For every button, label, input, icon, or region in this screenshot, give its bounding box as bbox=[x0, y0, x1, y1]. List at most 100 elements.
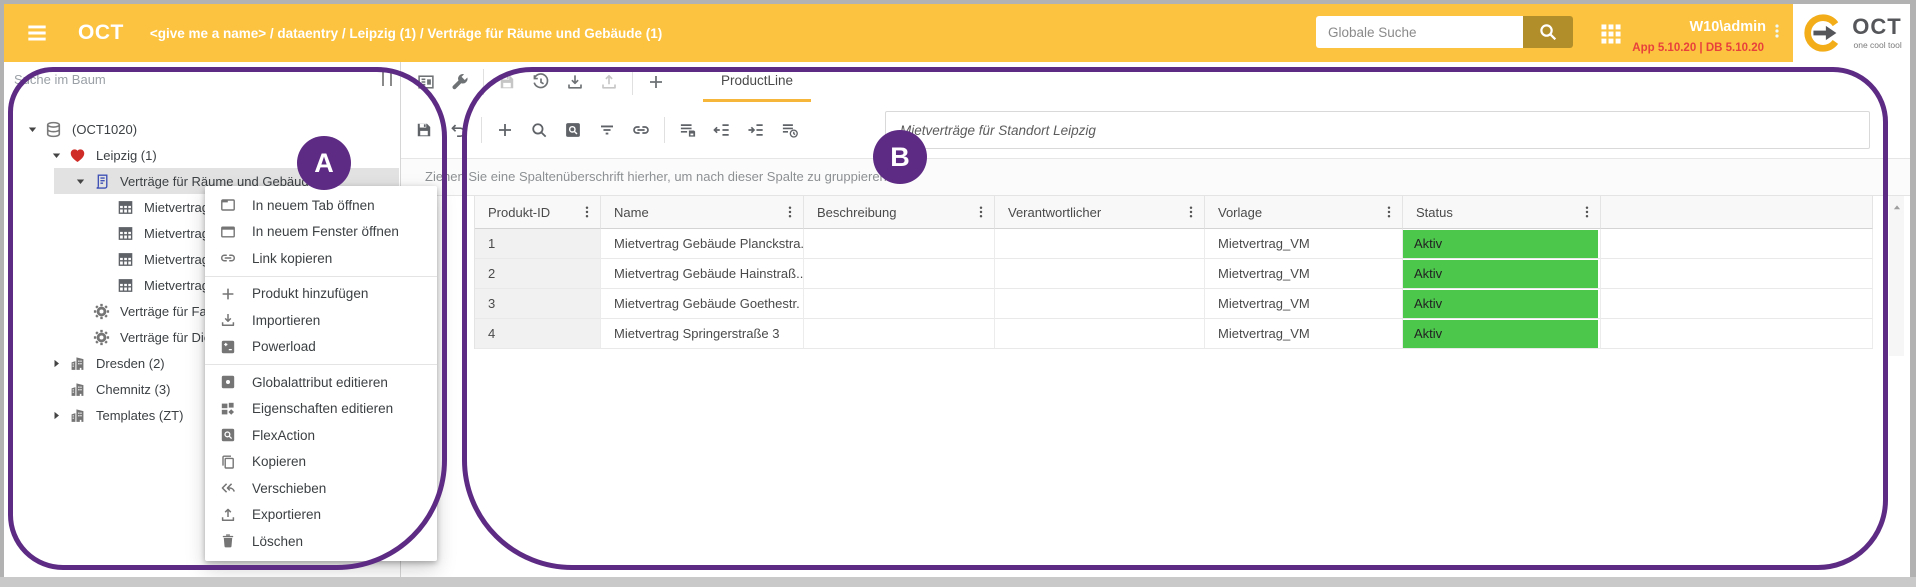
column-header[interactable]: Vorlage bbox=[1205, 196, 1403, 229]
undo-icon bbox=[448, 120, 468, 140]
logo-panel: OCT one cool tool bbox=[1793, 4, 1910, 62]
annotation-label-a: A bbox=[297, 136, 351, 190]
link-button[interactable] bbox=[624, 113, 658, 147]
table-row[interactable]: 3Mietvertrag Gebäude Goethestr. 1Mietver… bbox=[475, 289, 1873, 319]
grid-title-input[interactable] bbox=[885, 111, 1870, 149]
tree-search-input[interactable] bbox=[4, 62, 400, 96]
context-menu-item[interactable]: Link kopieren bbox=[205, 245, 437, 272]
column-menu-icon[interactable] bbox=[973, 204, 989, 220]
caret-down-icon bbox=[25, 122, 40, 137]
window-frame-right bbox=[1910, 0, 1916, 587]
context-menu-item[interactable]: Powerload bbox=[205, 334, 437, 361]
column-header[interactable]: Verantwortlicher bbox=[995, 196, 1205, 229]
context-menu-item[interactable]: FlexAction bbox=[205, 422, 437, 449]
save-filled-button[interactable] bbox=[407, 113, 441, 147]
table-row[interactable]: 4Mietvertrag Springerstraße 3Mietvertrag… bbox=[475, 319, 1873, 349]
rows-left-button[interactable] bbox=[705, 113, 739, 147]
tree-expander[interactable] bbox=[44, 354, 64, 372]
context-menu-item-label: Powerload bbox=[252, 339, 316, 354]
wrench-button[interactable] bbox=[443, 65, 477, 99]
tree-item-label: (OCT1020) bbox=[72, 122, 137, 137]
menu-divider bbox=[205, 276, 437, 277]
column-header[interactable]: Name bbox=[601, 196, 804, 229]
undo-button[interactable] bbox=[441, 113, 475, 147]
table-cell-status: Aktiv bbox=[1403, 289, 1601, 319]
search-box-icon bbox=[563, 120, 583, 140]
column-menu-icon[interactable] bbox=[579, 204, 595, 220]
column-header[interactable]: Beschreibung bbox=[804, 196, 995, 229]
tree-expander[interactable] bbox=[44, 406, 64, 424]
tab-productline[interactable]: ProductLine bbox=[703, 62, 811, 102]
global-search-input[interactable] bbox=[1316, 16, 1547, 48]
table-row[interactable]: 1Mietvertrag Gebäude Planckstra...Mietve… bbox=[475, 229, 1873, 259]
doc-edit-button[interactable] bbox=[409, 65, 443, 99]
panel-splitter-handle[interactable] bbox=[382, 72, 392, 86]
context-menu-item-label: Link kopieren bbox=[252, 251, 332, 266]
tree-expander-empty bbox=[68, 328, 88, 346]
context-menu-item[interactable]: Kopieren bbox=[205, 449, 437, 476]
export-button[interactable] bbox=[592, 65, 626, 99]
context-menu-item[interactable]: Importieren bbox=[205, 307, 437, 334]
tree-expander[interactable] bbox=[68, 172, 88, 190]
globalattr-icon bbox=[219, 373, 237, 391]
column-label: Vorlage bbox=[1218, 205, 1262, 220]
rows-save-button[interactable] bbox=[671, 113, 705, 147]
filter-button[interactable] bbox=[590, 113, 624, 147]
scroll-up-icon[interactable] bbox=[1890, 201, 1904, 215]
doc-edit-icon bbox=[416, 72, 436, 92]
column-menu-icon[interactable] bbox=[1183, 204, 1199, 220]
save-icon bbox=[497, 72, 517, 92]
column-menu-icon[interactable] bbox=[782, 204, 798, 220]
table-row[interactable]: 2Mietvertrag Gebäude Hainstraß...Mietver… bbox=[475, 259, 1873, 289]
grid-toolbar bbox=[401, 102, 1910, 159]
table-cell bbox=[804, 289, 995, 319]
window-frame-left bbox=[0, 0, 4, 587]
context-menu-item[interactable]: Verschieben bbox=[205, 475, 437, 502]
context-menu-item-label: Produkt hinzufügen bbox=[252, 286, 368, 301]
context-menu-item[interactable]: Globalattribut editieren bbox=[205, 369, 437, 396]
grid-toolbar-icons bbox=[407, 113, 807, 147]
user-menu-kebab-icon[interactable] bbox=[1768, 22, 1786, 40]
context-menu-item-label: Löschen bbox=[252, 534, 303, 549]
column-header[interactable]: Status bbox=[1403, 196, 1601, 229]
vertical-scrollbar[interactable] bbox=[1889, 196, 1904, 356]
history-button[interactable] bbox=[524, 65, 558, 99]
status-badge: Aktiv bbox=[1403, 320, 1598, 348]
tree-expander-empty bbox=[92, 198, 112, 216]
context-menu-item-label: In neuem Tab öffnen bbox=[252, 198, 375, 213]
column-menu-icon[interactable] bbox=[1381, 204, 1397, 220]
tree-expander-empty bbox=[68, 302, 88, 320]
context-menu-item[interactable]: Produkt hinzufügen bbox=[205, 281, 437, 308]
search-box-button[interactable] bbox=[556, 113, 590, 147]
plus-button[interactable] bbox=[639, 65, 673, 99]
import-button[interactable] bbox=[558, 65, 592, 99]
context-menu-item[interactable]: Eigenschaften editieren bbox=[205, 396, 437, 423]
global-search-button[interactable] bbox=[1523, 16, 1573, 48]
table-icon bbox=[116, 198, 135, 217]
context-menu-item[interactable]: In neuem Tab öffnen bbox=[205, 192, 437, 219]
save-button[interactable] bbox=[490, 65, 524, 99]
tree-expander[interactable] bbox=[20, 120, 40, 138]
plus-button[interactable] bbox=[488, 113, 522, 147]
flexaction-icon bbox=[219, 426, 237, 444]
group-by-hint: Ziehen Sie eine Spaltenüberschrift hierh… bbox=[425, 169, 887, 184]
search-button[interactable] bbox=[522, 113, 556, 147]
tree-item-label: Chemnitz (3) bbox=[96, 382, 170, 397]
column-header[interactable]: Produkt-ID bbox=[475, 196, 601, 229]
group-by-bar[interactable]: Ziehen Sie eine Spaltenüberschrift hierh… bbox=[401, 158, 1910, 196]
context-menu-item[interactable]: Exportieren bbox=[205, 502, 437, 529]
context-menu-item[interactable]: Löschen bbox=[205, 528, 437, 555]
tree-item[interactable]: (OCT1020) bbox=[4, 116, 399, 142]
rows-right-button[interactable] bbox=[739, 113, 773, 147]
rows-history-icon bbox=[780, 120, 800, 140]
tree-expander[interactable] bbox=[44, 146, 64, 164]
menu-button[interactable] bbox=[22, 18, 52, 48]
global-search bbox=[1316, 16, 1523, 48]
column-menu-icon[interactable] bbox=[1579, 204, 1595, 220]
rows-history-button[interactable] bbox=[773, 113, 807, 147]
main-toolbar-icons bbox=[409, 65, 673, 99]
annotation-label-b: B bbox=[873, 130, 927, 184]
window-frame-bottom bbox=[0, 577, 1916, 587]
context-menu-item-label: Verschieben bbox=[252, 481, 326, 496]
context-menu-item[interactable]: In neuem Fenster öffnen bbox=[205, 219, 437, 246]
